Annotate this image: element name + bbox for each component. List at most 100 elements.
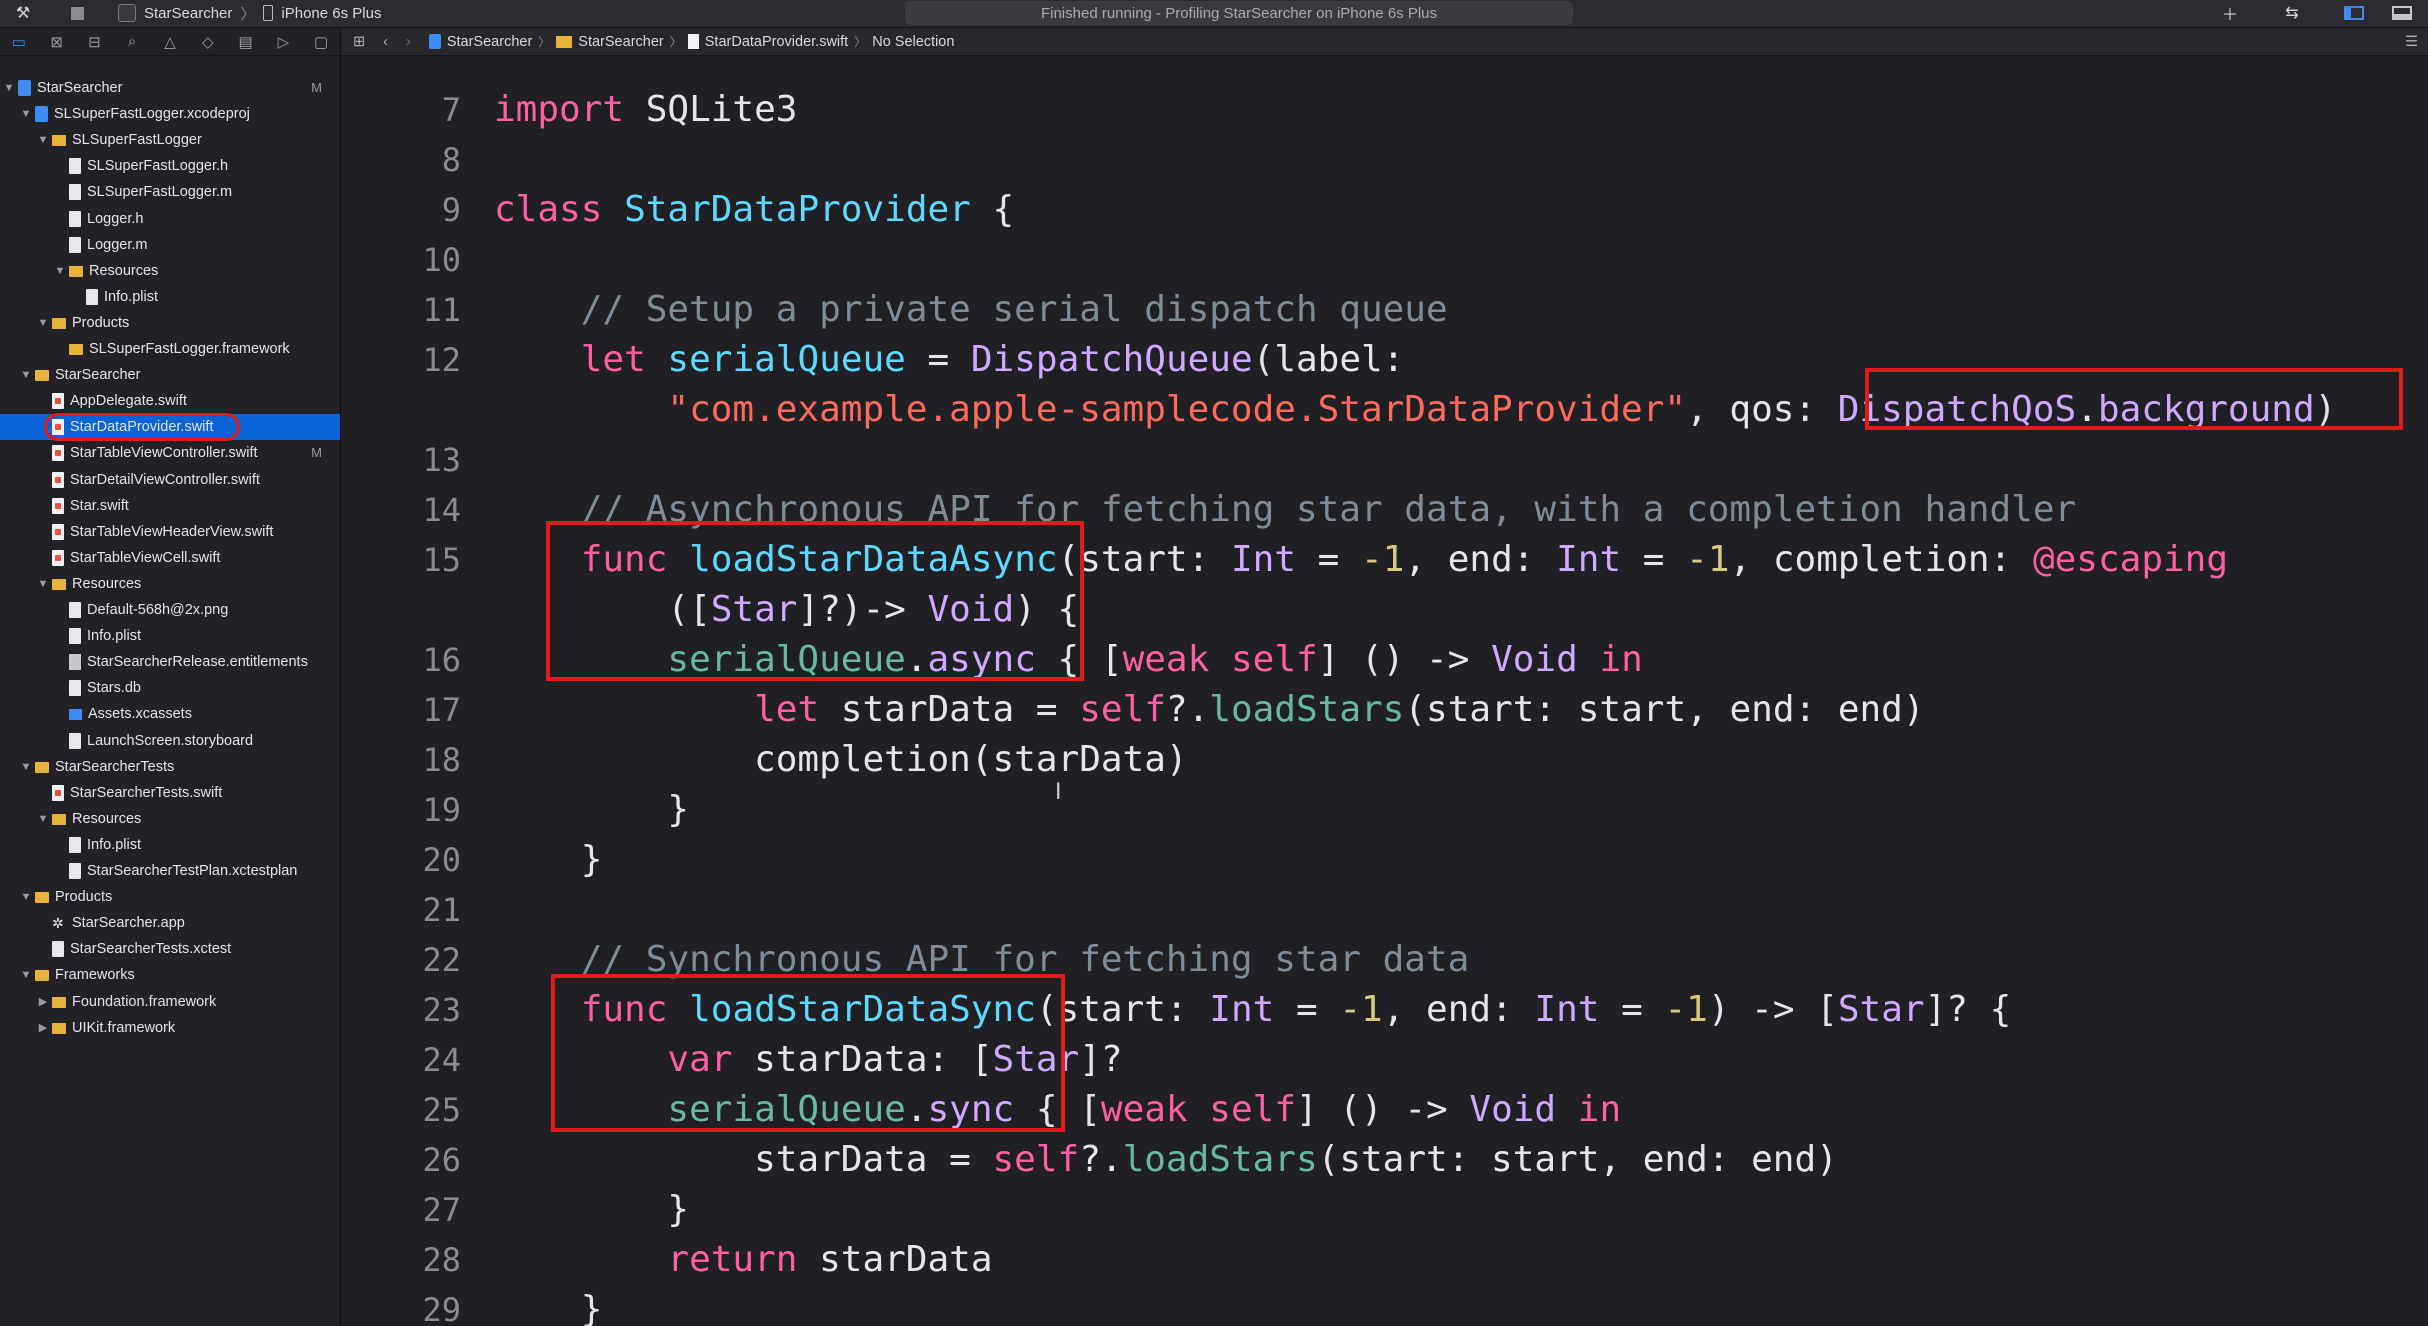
disclosure-triangle-icon[interactable]: ▼	[36, 806, 50, 832]
jumpbar-group[interactable]: StarSearcher	[556, 34, 664, 50]
navigator-item[interactable]: ▼ Resources	[36, 806, 340, 832]
navigator-item[interactable]: Star.swift	[36, 493, 340, 519]
navigator-toggle-button[interactable]	[2336, 2, 2372, 24]
search-icon[interactable]: ⌕	[113, 28, 151, 55]
source-control-icon[interactable]: ⊠	[38, 28, 76, 55]
disclosure-triangle-icon[interactable]: ▼	[19, 962, 33, 988]
navigator-item[interactable]: ▼ SLSuperFastLogger	[36, 127, 340, 153]
debug-area-toggle-button[interactable]	[2384, 2, 2420, 24]
code-review-button[interactable]: ⇆	[2272, 2, 2312, 24]
navigator-item[interactable]: StarSearcherTestPlan.xctestplan	[53, 858, 340, 884]
code-line[interactable]: 25 serialQueue.sync { [weak self] () -> …	[341, 1085, 1621, 1135]
navigator-item[interactable]: StarSearcherTests.swift	[36, 780, 340, 806]
navigator-item[interactable]: ✲ StarSearcher.app	[36, 910, 340, 936]
warning-icon[interactable]: △	[151, 28, 189, 55]
code-line[interactable]: 24 var starData: [Star]?	[341, 1035, 1122, 1085]
code-line[interactable]: 21	[341, 885, 494, 935]
forward-button[interactable]: ›	[406, 34, 411, 50]
navigator-item[interactable]: Info.plist	[53, 623, 340, 649]
disclosure-triangle-icon[interactable]: ▶	[36, 1015, 50, 1041]
navigator-item[interactable]: Info.plist	[53, 832, 340, 858]
library-button[interactable]: ＋	[2210, 2, 2250, 24]
disclosure-triangle-icon[interactable]: ▼	[19, 101, 33, 127]
disclosure-triangle-icon[interactable]: ▶	[36, 989, 50, 1015]
code-comment[interactable]: 22 // Synchronous API for fetching star …	[341, 935, 1469, 985]
code-line[interactable]: 10	[341, 235, 494, 285]
code-line[interactable]: 29 }	[341, 1285, 602, 1326]
navigator-item[interactable]: Assets.xcassets	[53, 701, 340, 727]
navigator-item[interactable]: Logger.h	[53, 206, 340, 232]
test-icon[interactable]: ◇	[189, 28, 227, 55]
source-editor[interactable]: 7 import SQLite3 8 9 class StarDataProvide…	[341, 56, 2428, 1326]
back-button[interactable]: ‹	[383, 34, 388, 50]
navigator-item[interactable]: ▼ SLSuperFastLogger.xcodeproj	[19, 101, 340, 127]
code-line[interactable]: 20 }	[341, 835, 602, 885]
navigator-item[interactable]: ▼ Products	[19, 884, 340, 910]
code-line[interactable]: 17 let starData = self?.loadStars(start:…	[341, 685, 1924, 735]
code-line[interactable]: 13	[341, 435, 494, 485]
jumpbar-project[interactable]: StarSearcher	[428, 34, 532, 50]
navigator-item[interactable]: StarSearcherRelease.entitlements	[53, 649, 340, 675]
grid-icon[interactable]: ⊞	[353, 34, 365, 50]
code-line[interactable]: 9 class StarDataProvider {	[341, 185, 1014, 235]
code-line[interactable]: 19 }	[341, 785, 689, 835]
navigator-item[interactable]: ▼ Resources	[53, 258, 340, 284]
navigator-item[interactable]: SLSuperFastLogger.h	[53, 153, 340, 179]
navigator-item[interactable]: LaunchScreen.storyboard	[53, 728, 340, 754]
code-line[interactable]: "com.example.apple-samplecode.StarDataPr…	[341, 385, 2336, 435]
stop-button[interactable]	[62, 2, 92, 24]
symbol-icon[interactable]: ⊟	[76, 28, 114, 55]
navigator-item[interactable]: AppDelegate.swift	[36, 388, 340, 414]
code-line[interactable]: 18 completion(starData)	[341, 735, 1187, 785]
navigator-item[interactable]: ▼ Resources	[36, 571, 340, 597]
code-line[interactable]: 27 }	[341, 1185, 689, 1235]
disclosure-triangle-icon[interactable]: ▼	[53, 258, 67, 284]
disclosure-triangle-icon[interactable]: ▼	[36, 571, 50, 597]
jumpbar-selection[interactable]: No Selection	[872, 34, 954, 50]
navigator-item[interactable]: ▶ UIKit.framework	[36, 1015, 340, 1041]
navigator-item[interactable]: StarTableViewHeaderView.swift	[36, 519, 340, 545]
navigator-item[interactable]: SLSuperFastLogger.m	[53, 179, 340, 205]
hammer-icon[interactable]: ⚒	[8, 2, 38, 24]
code-comment[interactable]: 11 // Setup a private serial dispatch qu…	[341, 285, 1447, 335]
navigator-item[interactable]: Info.plist	[70, 284, 340, 310]
breakpoint-icon[interactable]: ▷	[264, 28, 302, 55]
navigator-item[interactable]: ▼ StarSearcherTests	[19, 754, 340, 780]
navigator-item[interactable]: ▼ StarSearcher M	[2, 75, 340, 101]
navigator-item[interactable]: ▼ Products	[36, 310, 340, 336]
disclosure-triangle-icon[interactable]: ▼	[19, 362, 33, 388]
navigator-item[interactable]: StarTableViewCell.swift	[36, 545, 340, 571]
code-line[interactable]: 28 return starData	[341, 1235, 992, 1285]
navigator-item[interactable]: ▶ Foundation.framework	[36, 989, 340, 1015]
navigator-item[interactable]: Logger.m	[53, 232, 340, 258]
code-line[interactable]: ([Star]?)-> Void) {	[341, 585, 1079, 635]
navigator-item[interactable]: ▼ Frameworks	[19, 962, 340, 988]
disclosure-triangle-icon[interactable]: ▼	[2, 75, 16, 101]
code-line[interactable]: 12 let serialQueue = DispatchQueue(label…	[341, 335, 1404, 385]
list-icon[interactable]: ☰	[2405, 34, 2418, 50]
code-line[interactable]: 26 starData = self?.loadStars(start: sta…	[341, 1135, 1837, 1185]
code-comment[interactable]: 14 // Asynchronous API for fetching star…	[341, 485, 2076, 535]
scheme-selector[interactable]: StarSearcher 〉 iPhone 6s Plus	[118, 2, 381, 24]
disclosure-triangle-icon[interactable]: ▼	[19, 754, 33, 780]
code-line[interactable]: 15 func loadStarDataAsync(start: Int = -…	[341, 535, 2228, 585]
navigator-item[interactable]: ▼ StarSearcher	[19, 362, 340, 388]
jumpbar-file[interactable]: StarDataProvider.swift	[687, 34, 848, 50]
navigator-item[interactable]: StarDetailViewController.swift	[36, 467, 340, 493]
device-icon	[263, 5, 274, 21]
code-line[interactable]: 23 func loadStarDataSync(start: Int = -1…	[341, 985, 2011, 1035]
navigator-item[interactable]: StarTableViewController.swift M	[36, 440, 340, 466]
report-icon[interactable]: ▢	[302, 28, 340, 55]
folder-icon[interactable]: ▭	[0, 28, 38, 55]
disclosure-triangle-icon[interactable]: ▼	[36, 127, 50, 153]
navigator-item[interactable]: SLSuperFastLogger.framework	[53, 336, 340, 362]
code-line[interactable]: 16 serialQueue.async { [weak self] () ->…	[341, 635, 1642, 685]
navigator-item[interactable]: Stars.db	[53, 675, 340, 701]
navigator-item[interactable]: Default-568h@2x.png	[53, 597, 340, 623]
code-line[interactable]: 8	[341, 135, 494, 185]
debug-icon[interactable]: ▤	[227, 28, 265, 55]
disclosure-triangle-icon[interactable]: ▼	[36, 310, 50, 336]
navigator-item[interactable]: StarSearcherTests.xctest	[36, 936, 340, 962]
code-line[interactable]: 7 import SQLite3	[341, 85, 798, 135]
disclosure-triangle-icon[interactable]: ▼	[19, 884, 33, 910]
